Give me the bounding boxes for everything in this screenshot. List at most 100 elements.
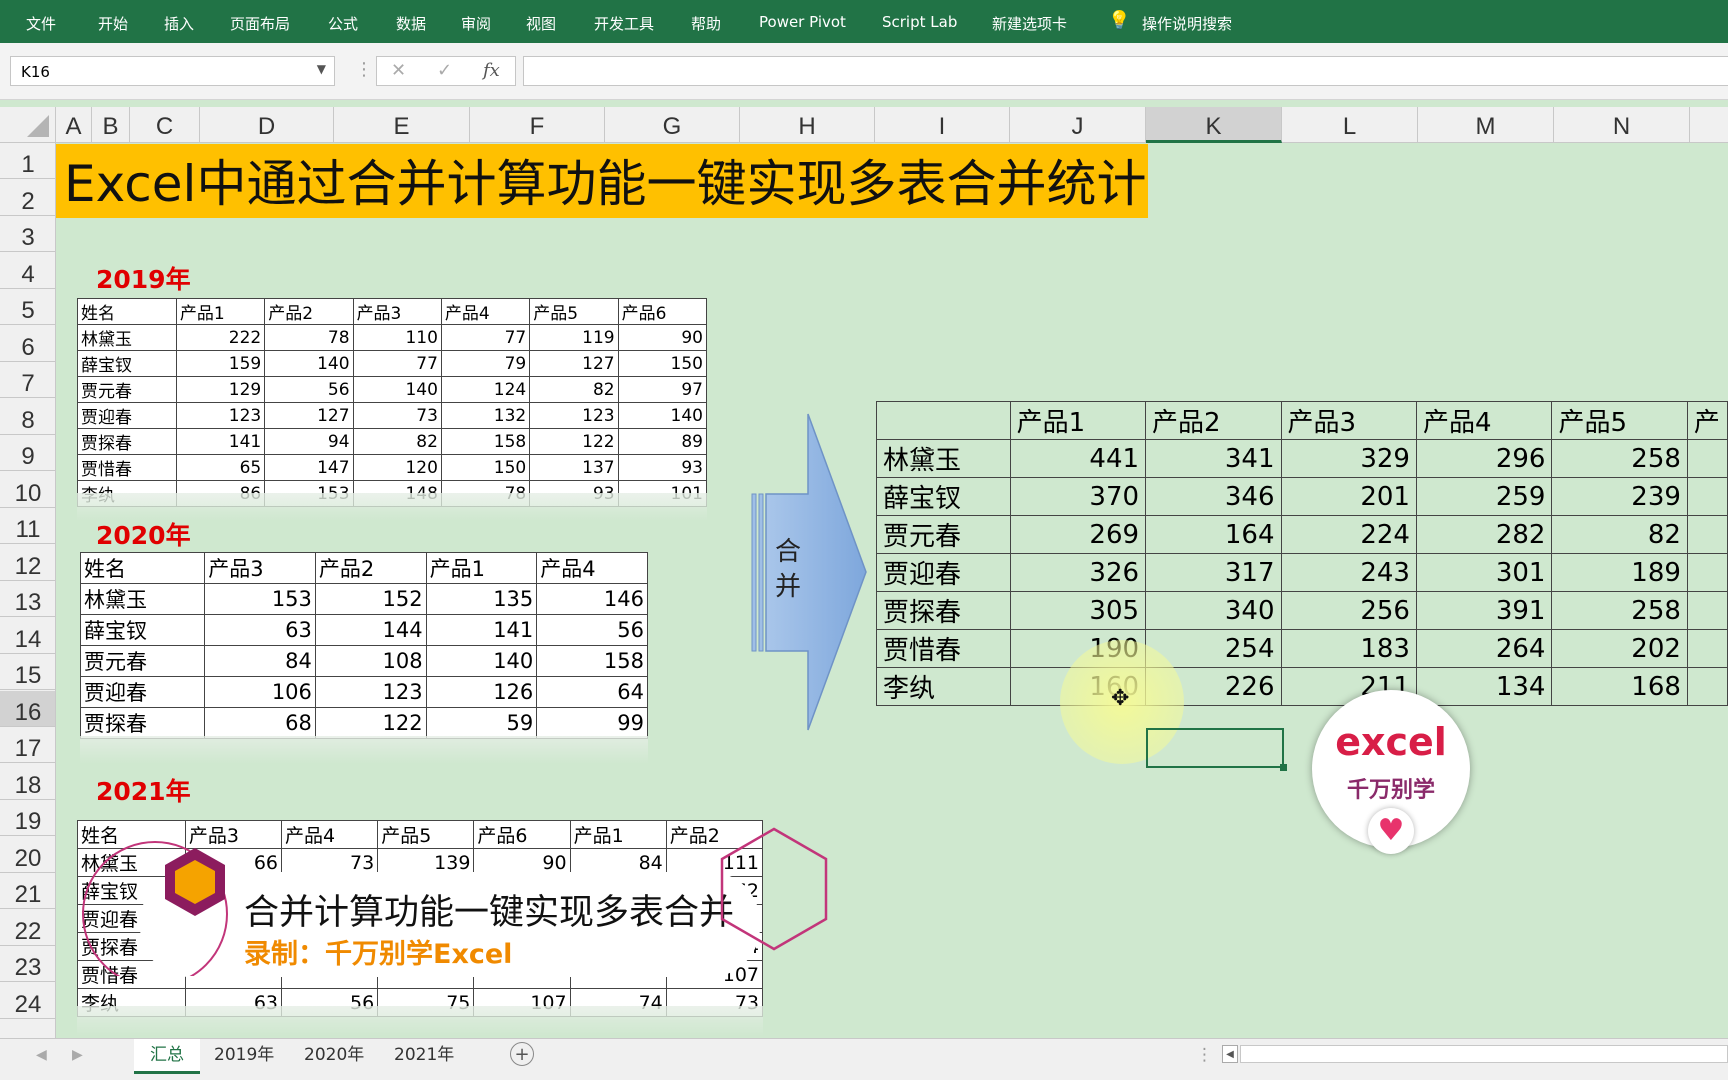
- name-cell[interactable]: 林黛玉: [79, 583, 206, 615]
- ribbon-tab[interactable]: 帮助: [691, 13, 721, 34]
- result-value-cell[interactable]: 346: [1145, 477, 1282, 516]
- row-header-10[interactable]: 10: [0, 472, 55, 508]
- ribbon-tab[interactable]: 插入: [164, 13, 194, 34]
- header-cell[interactable]: 产品3: [204, 552, 316, 584]
- value-cell[interactable]: 78: [264, 324, 354, 351]
- column-header-m[interactable]: M: [1418, 107, 1554, 143]
- result-value-cell[interactable]: [1686, 553, 1728, 592]
- value-cell[interactable]: 79: [440, 350, 531, 377]
- value-cell[interactable]: 122: [314, 707, 427, 739]
- value-cell[interactable]: 146: [536, 583, 648, 615]
- sheet-tab[interactable]: 2019年: [198, 1039, 290, 1071]
- result-value-cell[interactable]: 239: [1551, 477, 1688, 516]
- ribbon-tab[interactable]: 页面布局: [230, 13, 290, 34]
- result-value-cell[interactable]: [1686, 439, 1728, 478]
- result-name-cell[interactable]: 李纨: [876, 667, 1011, 706]
- selected-cell-k16[interactable]: [1146, 728, 1287, 771]
- splitter-dots-icon[interactable]: ⋮: [355, 59, 373, 80]
- name-cell[interactable]: 薛宝钗: [79, 614, 206, 646]
- result-value-cell[interactable]: 391: [1415, 591, 1553, 630]
- header-cell[interactable]: 姓名: [77, 298, 177, 325]
- scroll-left-icon[interactable]: ◀: [1222, 1045, 1238, 1063]
- fill-handle[interactable]: [1280, 764, 1287, 771]
- column-header-d[interactable]: D: [200, 107, 334, 143]
- chevron-down-icon[interactable]: ▼: [317, 62, 326, 76]
- result-value-cell[interactable]: [1686, 629, 1728, 668]
- add-sheet-icon[interactable]: +: [510, 1042, 534, 1066]
- select-all-button[interactable]: [0, 107, 56, 143]
- value-cell[interactable]: 158: [536, 645, 648, 677]
- row-header-17[interactable]: 17: [0, 727, 55, 763]
- column-header-f[interactable]: F: [470, 107, 605, 143]
- value-cell[interactable]: 150: [617, 350, 708, 377]
- sheet-tab[interactable]: 2021年: [378, 1039, 470, 1071]
- result-name-cell[interactable]: 林黛玉: [876, 439, 1011, 478]
- value-cell[interactable]: 132: [440, 402, 531, 429]
- result-value-cell[interactable]: 370: [1009, 477, 1147, 516]
- confirm-icon[interactable]: ✓: [437, 60, 452, 81]
- ribbon-tab[interactable]: 开始: [98, 13, 128, 34]
- column-header-n[interactable]: N: [1554, 107, 1690, 143]
- column-header-e[interactable]: E: [334, 107, 470, 143]
- value-cell[interactable]: 106: [204, 676, 316, 708]
- value-cell[interactable]: 94: [264, 428, 354, 455]
- value-cell[interactable]: 127: [529, 350, 619, 377]
- result-value-cell[interactable]: 259: [1415, 477, 1553, 516]
- name-cell[interactable]: 贾探春: [77, 428, 177, 455]
- value-cell[interactable]: 77: [440, 324, 531, 351]
- scroll-tabs-right-icon[interactable]: ▶: [72, 1047, 83, 1063]
- name-cell[interactable]: 薛宝钗: [77, 350, 177, 377]
- value-cell[interactable]: 93: [617, 454, 708, 481]
- value-cell[interactable]: 97: [617, 376, 708, 403]
- value-cell[interactable]: 73: [352, 402, 442, 429]
- name-cell[interactable]: 贾元春: [77, 376, 177, 403]
- value-cell[interactable]: 159: [175, 350, 266, 377]
- horizontal-scrollbar[interactable]: [1240, 1045, 1728, 1063]
- value-cell[interactable]: 141: [175, 428, 266, 455]
- result-value-cell[interactable]: 258: [1551, 439, 1688, 478]
- value-cell[interactable]: 65: [175, 454, 266, 481]
- value-cell[interactable]: 119: [529, 324, 619, 351]
- value-cell[interactable]: 59: [425, 707, 538, 739]
- result-value-cell[interactable]: [1686, 667, 1728, 706]
- header-cell[interactable]: 姓名: [79, 552, 206, 584]
- value-cell[interactable]: 144: [314, 614, 427, 646]
- row-header-16[interactable]: 16: [0, 690, 55, 727]
- scroll-tabs-left-icon[interactable]: ◀: [36, 1047, 47, 1063]
- row-header-22[interactable]: 22: [0, 910, 55, 946]
- value-cell[interactable]: 123: [314, 676, 427, 708]
- value-cell[interactable]: 64: [536, 676, 648, 708]
- value-cell[interactable]: 152: [314, 583, 427, 615]
- header-cell[interactable]: 产品6: [473, 820, 571, 849]
- column-header-l[interactable]: L: [1282, 107, 1418, 143]
- insert-function-icon[interactable]: fx: [483, 60, 500, 81]
- header-cell[interactable]: 产品4: [281, 820, 379, 849]
- value-cell[interactable]: 150: [440, 454, 531, 481]
- value-cell[interactable]: 89: [617, 428, 708, 455]
- cancel-icon[interactable]: ✕: [391, 60, 406, 81]
- header-cell[interactable]: 产品5: [377, 820, 475, 849]
- row-header-6[interactable]: 6: [0, 326, 55, 362]
- column-header-k[interactable]: K: [1146, 107, 1282, 143]
- row-header-3[interactable]: 3: [0, 216, 55, 252]
- header-cell[interactable]: 产品4: [536, 552, 648, 584]
- value-cell[interactable]: 158: [440, 428, 531, 455]
- result-value-cell[interactable]: 168: [1551, 667, 1688, 706]
- column-header-c[interactable]: C: [130, 107, 200, 143]
- header-cell[interactable]: 产品2: [264, 298, 354, 325]
- header-cell[interactable]: 产品1: [175, 298, 266, 325]
- result-value-cell[interactable]: 201: [1280, 477, 1417, 516]
- result-value-cell[interactable]: [1686, 591, 1728, 630]
- row-header-4[interactable]: 4: [0, 253, 55, 289]
- value-cell[interactable]: 137: [529, 454, 619, 481]
- value-cell[interactable]: 123: [529, 402, 619, 429]
- row-header-1[interactable]: 1: [0, 143, 55, 179]
- header-cell[interactable]: 产品1: [569, 820, 667, 849]
- row-header-24[interactable]: 24: [0, 983, 55, 1019]
- name-cell[interactable]: 贾探春: [79, 707, 206, 739]
- row-header-7[interactable]: 7: [0, 362, 55, 398]
- name-cell[interactable]: 贾迎春: [77, 402, 177, 429]
- result-value-cell[interactable]: 224: [1280, 515, 1417, 554]
- name-cell[interactable]: 贾惜春: [77, 454, 177, 481]
- value-cell[interactable]: 68: [204, 707, 316, 739]
